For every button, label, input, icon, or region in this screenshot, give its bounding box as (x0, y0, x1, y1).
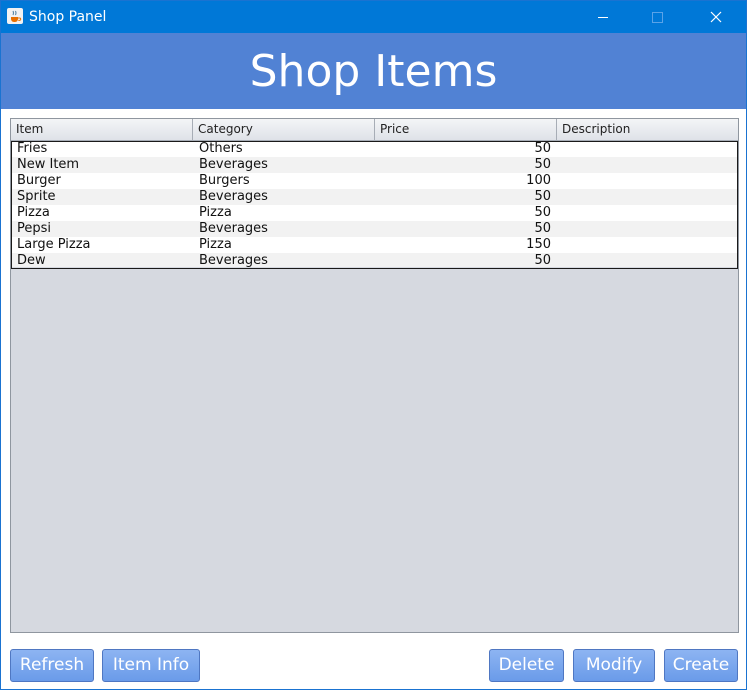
cell-price: 50 (534, 253, 551, 268)
cell-description (557, 205, 738, 221)
cell-description (557, 157, 738, 173)
items-table[interactable]: Item Category Price Description Fries Ot… (10, 118, 739, 633)
cell-category: Beverages (199, 253, 268, 268)
cell-category: Pizza (199, 205, 232, 220)
page-title: Shop Items (249, 46, 498, 97)
table-row[interactable]: New Item Beverages 50 (11, 157, 738, 173)
cell-item: Sprite (17, 189, 56, 204)
minimize-button[interactable] (580, 1, 626, 33)
column-header-item[interactable]: Item (11, 119, 193, 140)
delete-button[interactable]: Delete (489, 649, 564, 682)
column-header-category[interactable]: Category (193, 119, 375, 140)
table-row[interactable]: Sprite Beverages 50 (11, 189, 738, 205)
cell-description (557, 189, 738, 205)
shop-panel-window: Shop Panel Shop Items Item Category Pric… (0, 0, 747, 690)
cell-price: 50 (534, 141, 551, 156)
cell-description (557, 221, 738, 237)
table-row[interactable]: Large Pizza Pizza 150 (11, 237, 738, 253)
cell-price: 150 (526, 237, 551, 252)
item-info-button[interactable]: Item Info (102, 649, 200, 682)
cell-category: Beverages (199, 221, 268, 236)
java-cup-icon (7, 8, 23, 24)
table-body: Fries Others 50 New Item Beverages 50 Bu… (11, 141, 738, 269)
table-row[interactable]: Pizza Pizza 50 (11, 205, 738, 221)
column-header-price[interactable]: Price (375, 119, 557, 140)
cell-item: Pepsi (17, 221, 52, 236)
title-bar[interactable]: Shop Panel (1, 1, 746, 33)
cell-item: Large Pizza (17, 237, 91, 252)
column-header-description[interactable]: Description (557, 119, 738, 140)
cell-description (557, 237, 738, 253)
cell-item: Fries (17, 141, 48, 156)
cell-price: 100 (526, 173, 551, 188)
table-row[interactable]: Dew Beverages 50 (11, 253, 738, 269)
cell-price: 50 (534, 221, 551, 236)
cell-description (557, 253, 738, 269)
cell-description (557, 173, 738, 189)
cell-item: Burger (17, 173, 61, 188)
cell-category: Beverages (199, 189, 268, 204)
table-row[interactable]: Fries Others 50 (11, 141, 738, 157)
cell-category: Beverages (199, 157, 268, 172)
cell-price: 50 (534, 205, 551, 220)
cell-item: Pizza (17, 205, 50, 220)
cell-category: Pizza (199, 237, 232, 252)
header-banner: Shop Items (1, 33, 746, 109)
maximize-icon (652, 12, 663, 23)
maximize-button[interactable] (635, 1, 681, 33)
window-title: Shop Panel (29, 9, 107, 25)
modify-button[interactable]: Modify (573, 649, 655, 682)
create-button[interactable]: Create (664, 649, 738, 682)
cell-item: New Item (17, 157, 80, 172)
cell-price: 50 (534, 157, 551, 172)
close-icon (710, 11, 722, 23)
cell-category: Others (199, 141, 243, 156)
minimize-icon (598, 17, 608, 18)
table-row[interactable]: Pepsi Beverages 50 (11, 221, 738, 237)
cell-item: Dew (17, 253, 46, 268)
cell-price: 50 (534, 189, 551, 204)
cell-description (557, 141, 738, 157)
close-button[interactable] (693, 1, 739, 33)
refresh-button[interactable]: Refresh (10, 649, 94, 682)
table-row[interactable]: Burger Burgers 100 (11, 173, 738, 189)
table-header: Item Category Price Description (11, 119, 738, 141)
cell-category: Burgers (199, 173, 250, 188)
